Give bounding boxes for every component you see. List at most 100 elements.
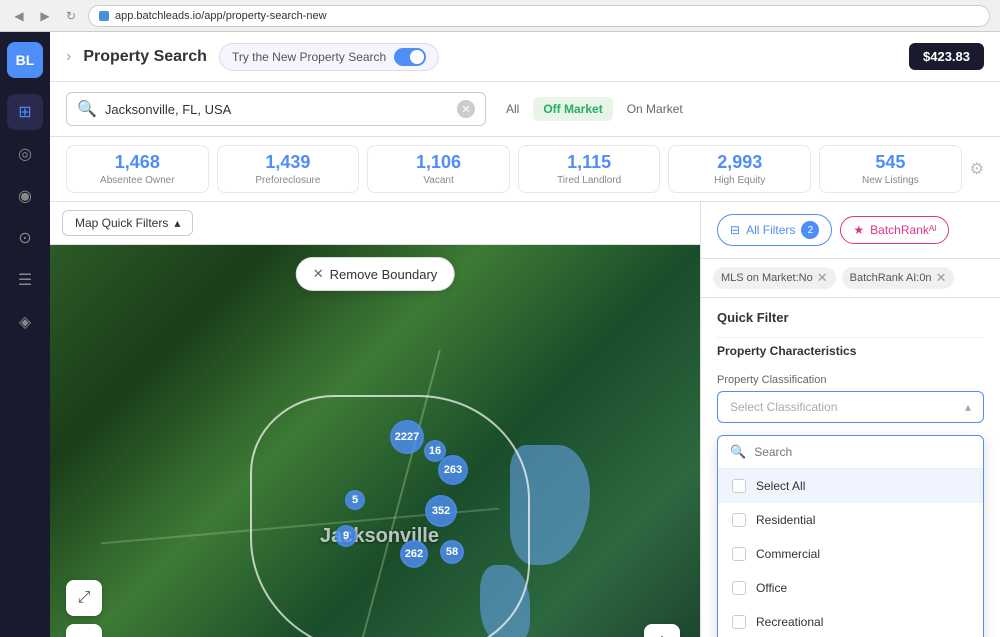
property-classification-label: Property Classification — [717, 374, 984, 386]
sidebar-logo[interactable]: BL — [7, 42, 43, 78]
filter-body: Quick Filter Property Characteristics Pr… — [701, 298, 1000, 637]
batchrank-button[interactable]: ★ BatchRankᴬᴵ — [840, 216, 949, 244]
filter-panel: ⊟ All Filters 2 ★ BatchRankᴬᴵ MLS on Mar… — [700, 202, 1000, 637]
stat-new-listings-number: 545 — [828, 152, 953, 173]
map-draw-button[interactable]: ✏ — [66, 624, 102, 637]
map-area: Map Quick Filters ▴ Jacksonville ©1994 G… — [50, 202, 700, 637]
filter-icon: ⊟ — [730, 223, 740, 237]
map-cluster-5[interactable]: 5 — [345, 490, 365, 510]
recreational-checkbox[interactable] — [732, 615, 746, 629]
stat-vacant[interactable]: 1,106 Vacant — [367, 145, 510, 193]
classification-option-commercial[interactable]: Commercial — [718, 537, 983, 571]
map-expand-button[interactable]: ⤢ — [66, 580, 102, 616]
map-cluster-58[interactable]: 58 — [440, 540, 464, 564]
try-new-label: Try the New Property Search — [232, 50, 386, 64]
stat-absentee-owner-label: Absentee Owner — [75, 175, 200, 186]
stat-absentee-owner[interactable]: 1,468 Absentee Owner — [66, 145, 209, 193]
stat-new-listings[interactable]: 545 New Listings — [819, 145, 962, 193]
sidebar-item-location[interactable]: ◉ — [7, 178, 43, 214]
batchrank-filter-tag[interactable]: BatchRank AI:0n ✕ — [842, 267, 955, 289]
select-all-checkbox[interactable] — [732, 479, 746, 493]
url-text: app.batchleads.io/app/property-search-ne… — [115, 10, 327, 22]
mls-tag-label: MLS on Market:No — [721, 272, 813, 284]
map-quick-filters-label: Map Quick Filters — [75, 216, 168, 230]
reload-button[interactable]: ↻ — [62, 7, 80, 25]
stat-high-equity-label: High Equity — [677, 175, 802, 186]
stat-high-equity[interactable]: 2,993 High Equity — [668, 145, 811, 193]
back-button[interactable]: ◀ — [10, 7, 28, 25]
classification-search-input[interactable] — [754, 445, 971, 459]
stat-tired-landlord[interactable]: 1,115 Tired Landlord — [518, 145, 661, 193]
remove-boundary-label: Remove Boundary — [330, 267, 438, 282]
commercial-checkbox[interactable] — [732, 547, 746, 561]
map-background[interactable]: Jacksonville ©1994 Google 2227 263 352 2… — [50, 245, 700, 637]
forward-button[interactable]: ▶ — [36, 7, 54, 25]
classification-option-residential[interactable]: Residential — [718, 503, 983, 537]
sidebar-item-people[interactable]: ⊙ — [7, 220, 43, 256]
all-filters-button[interactable]: ⊟ All Filters 2 — [717, 214, 832, 246]
batchrank-icon: ★ — [853, 223, 864, 237]
sidebar: BL ⊞ ◎ ◉ ⊙ ☰ ◈ — [0, 32, 50, 637]
map-cluster-9[interactable]: 9 — [335, 525, 357, 547]
commercial-label: Commercial — [756, 547, 820, 561]
chevron-icon: › — [66, 48, 71, 66]
credit-badge[interactable]: $423.83 — [909, 43, 984, 70]
mls-tag-remove[interactable]: ✕ — [817, 270, 828, 286]
stats-row: 1,468 Absentee Owner 1,439 Preforeclosur… — [50, 137, 1000, 202]
filter-header: ⊟ All Filters 2 ★ BatchRankᴬᴵ — [701, 202, 1000, 259]
map-cluster-352[interactable]: 352 — [425, 495, 457, 527]
all-filters-label: All Filters — [746, 223, 795, 237]
office-label: Office — [756, 581, 787, 595]
stat-tired-landlord-label: Tired Landlord — [527, 175, 652, 186]
search-icon: 🔍 — [77, 99, 97, 119]
market-tabs: All Off Market On Market — [496, 97, 693, 121]
sidebar-item-tags[interactable]: ◈ — [7, 304, 43, 340]
map-cluster-263[interactable]: 263 — [438, 455, 468, 485]
select-all-label: Select All — [756, 479, 805, 493]
page-title: Property Search — [83, 48, 207, 66]
stat-high-equity-number: 2,993 — [677, 152, 802, 173]
mls-filter-tag[interactable]: MLS on Market:No ✕ — [713, 267, 836, 289]
map-toolbar: Map Quick Filters ▴ — [50, 202, 700, 245]
stats-gear-icon[interactable]: ⚙ — [970, 159, 984, 179]
classification-option-office[interactable]: Office — [718, 571, 983, 605]
quick-filter-title: Quick Filter — [717, 310, 984, 325]
classification-select[interactable]: Select Classification ▴ — [717, 391, 984, 423]
residential-checkbox[interactable] — [732, 513, 746, 527]
map-cluster-2227[interactable]: 2227 — [390, 420, 424, 454]
location-search-input[interactable] — [105, 102, 449, 117]
dropdown-search-icon: 🔍 — [730, 444, 746, 460]
remove-boundary-x-icon: ✕ — [313, 266, 324, 282]
try-new-badge[interactable]: Try the New Property Search — [219, 43, 439, 71]
classification-option-select-all[interactable]: Select All — [718, 469, 983, 503]
tab-on-market[interactable]: On Market — [617, 97, 693, 121]
favicon-icon — [99, 11, 109, 21]
tab-off-market[interactable]: Off Market — [533, 97, 612, 121]
classification-option-recreational[interactable]: Recreational — [718, 605, 983, 637]
map-cluster-262[interactable]: 262 — [400, 540, 428, 568]
new-property-toggle[interactable] — [394, 48, 426, 66]
sidebar-item-grid[interactable]: ⊞ — [7, 94, 43, 130]
tab-all[interactable]: All — [496, 97, 529, 121]
office-checkbox[interactable] — [732, 581, 746, 595]
stat-tired-landlord-number: 1,115 — [527, 152, 652, 173]
map-quick-filters-button[interactable]: Map Quick Filters ▴ — [62, 210, 193, 236]
batchrank-tag-remove[interactable]: ✕ — [936, 270, 947, 286]
sidebar-item-tasks[interactable]: ☰ — [7, 262, 43, 298]
location-search-box[interactable]: 🔍 ✕ — [66, 92, 486, 126]
stat-preforeclosure-number: 1,439 — [226, 152, 351, 173]
sidebar-item-search[interactable]: ◎ — [7, 136, 43, 172]
classification-dropdown-container: Select Classification ▴ 🔍 Select All — [717, 391, 984, 637]
map-zoom-in-button[interactable]: + — [644, 624, 680, 637]
clear-search-button[interactable]: ✕ — [457, 100, 475, 118]
stat-preforeclosure[interactable]: 1,439 Preforeclosure — [217, 145, 360, 193]
residential-label: Residential — [756, 513, 815, 527]
map-cluster-16[interactable]: 16 — [424, 440, 446, 462]
dropdown-search-bar: 🔍 — [718, 436, 983, 469]
select-classification-placeholder: Select Classification — [730, 400, 837, 414]
search-area: 🔍 ✕ All Off Market On Market — [50, 82, 1000, 137]
batchrank-label: BatchRankᴬᴵ — [870, 223, 936, 237]
chevron-up-icon: ▴ — [174, 216, 180, 230]
classification-dropdown: 🔍 Select All Residential — [717, 435, 984, 637]
remove-boundary-button[interactable]: ✕ Remove Boundary — [296, 257, 455, 291]
